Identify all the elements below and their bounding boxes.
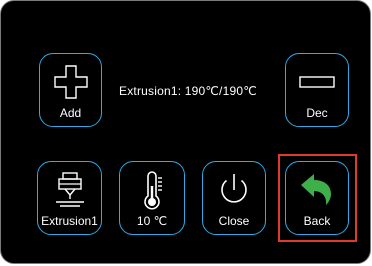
printer-control-screen: Add Extrusion1: 190℃/190℃ Dec Extrusion1 [0,0,371,264]
extruder-icon [38,170,101,210]
add-button-label: Add [59,106,82,120]
extrusion-button[interactable]: Extrusion1 [37,161,102,235]
temperature-button-label: 10 ℃ [136,214,168,228]
dec-button[interactable]: Dec [285,53,349,127]
plus-icon [40,62,101,102]
add-button[interactable]: Add [39,53,102,127]
extrusion-temperature-status: Extrusion1: 190℃/190℃ [119,84,257,98]
back-arrow-icon [286,170,348,210]
close-button-label: Close [218,214,250,228]
extrusion-button-label: Extrusion1 [41,214,98,228]
dec-button-label: Dec [306,106,328,120]
power-icon [203,170,265,210]
close-button[interactable]: Close [202,161,266,235]
back-button-label: Back [303,214,331,228]
back-button[interactable]: Back [285,161,349,235]
temperature-button[interactable]: 10 ℃ [119,161,185,235]
minus-icon [286,62,348,102]
thermometer-icon [120,170,184,210]
